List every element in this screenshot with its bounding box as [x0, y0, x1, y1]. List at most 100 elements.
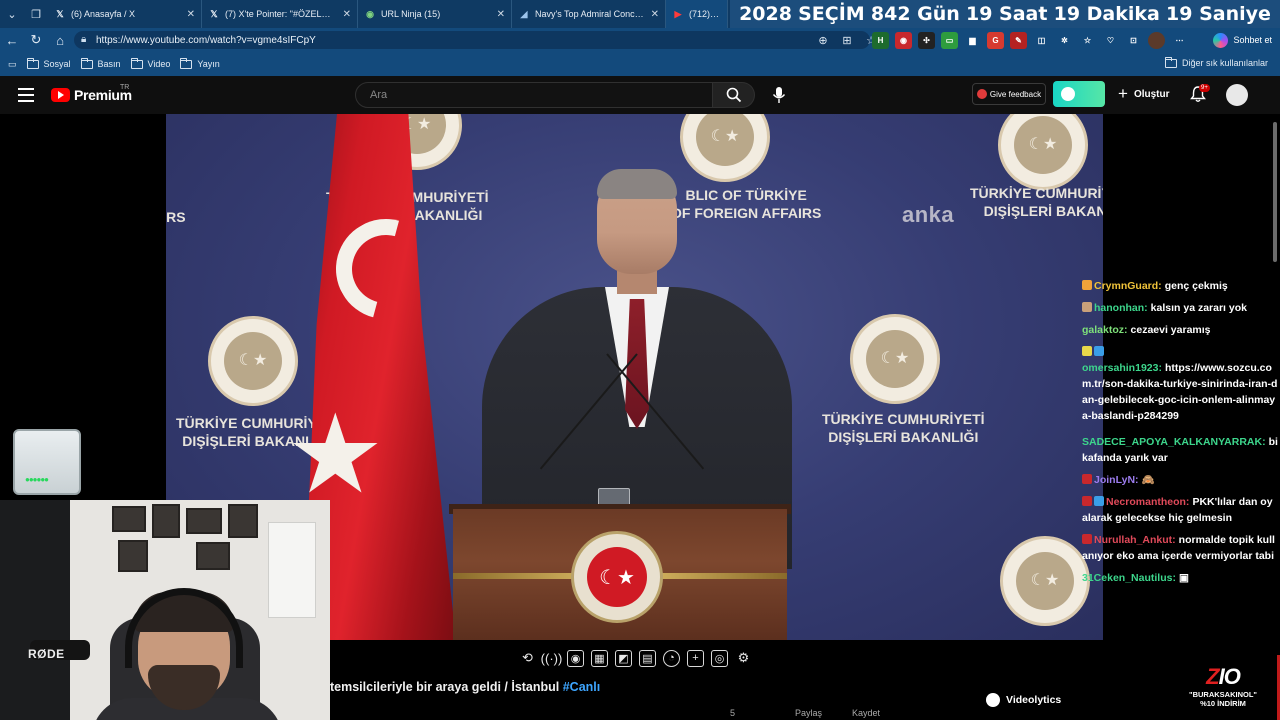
close-tab-icon[interactable]: ✕: [497, 9, 505, 20]
hashtag-link[interactable]: #Canlı: [563, 680, 601, 694]
loop-icon[interactable]: ⟲: [519, 650, 536, 667]
chat-message: SADECE_APOYA_KALKANYARRAK: bi kafanda yar…: [1082, 436, 1278, 464]
chat-badge-icon: [1082, 302, 1092, 312]
ministry-seal: [850, 314, 940, 404]
tab-actions-icon[interactable]: ⌄: [0, 0, 24, 28]
picture-in-picture-icon[interactable]: ◩: [615, 649, 632, 667]
add-clip-icon[interactable]: +: [687, 649, 704, 667]
chat-message: 31Ceken_Nautilus: ▣: [1082, 572, 1189, 584]
search-button[interactable]: [713, 82, 755, 108]
like-button[interactable]: 5: [730, 708, 735, 718]
translate-icon[interactable]: ⊕: [814, 31, 832, 49]
bookmark-folder[interactable]: Yayın: [180, 57, 220, 69]
other-bookmarks-folder[interactable]: Diğer sık kullanılanlar: [1164, 56, 1268, 68]
folder-icon: [1164, 56, 1177, 68]
extensions-puzzle-icon[interactable]: ✲: [1056, 31, 1073, 49]
extension-toggle[interactable]: [1053, 81, 1105, 107]
favorites-icon[interactable]: ☆: [1079, 31, 1096, 49]
countdown-label: SEÇİM: [798, 3, 865, 25]
bookmarks-menu-icon[interactable]: ▭: [8, 59, 17, 70]
browser-essentials-icon[interactable]: ♡: [1102, 31, 1119, 49]
copilot-button[interactable]: Sohbet et: [1213, 31, 1272, 49]
videolytics-button[interactable]: Videolytics: [986, 693, 1061, 707]
account-avatar[interactable]: [1226, 84, 1248, 106]
bookmark-folder[interactable]: Basın: [80, 57, 121, 69]
extension-icon[interactable]: ✎: [1010, 31, 1027, 49]
chat-badge-icon: [1082, 280, 1092, 290]
podium-seal: ☾★: [571, 531, 663, 623]
extension-icon[interactable]: ✣: [918, 31, 935, 49]
folder-icon: [130, 57, 143, 69]
extension-icon[interactable]: G: [987, 31, 1004, 49]
close-tab-icon[interactable]: ✕: [343, 9, 351, 20]
player-extension-toolbar: ⟲ ((·)) ◉ ▦ ◩ ▤ ◔ + ◎ ⚙: [519, 649, 752, 667]
extension-icon[interactable]: ▆: [964, 31, 981, 49]
theater-view-icon[interactable]: ◉: [567, 649, 584, 667]
extension-icon[interactable]: H: [872, 31, 889, 49]
chat-badge-icon: [1082, 496, 1092, 506]
countdown-hours: 19 Saat: [965, 3, 1048, 25]
countdown-days: 842 Gün: [870, 3, 960, 25]
wall-text: ARS: [166, 209, 186, 225]
app-available-icon[interactable]: ⊞: [838, 31, 856, 49]
cinema-icon[interactable]: ▦: [591, 649, 608, 667]
bookmark-folder[interactable]: Sosyal: [26, 57, 71, 69]
notification-badge: 9+: [1199, 84, 1210, 92]
wall-text: TÜRKİYE CUMHURİYETİDIŞİŞLERİ BAKANLIĞI: [822, 411, 985, 445]
flag-star: ★: [286, 390, 385, 518]
share-button[interactable]: Paylaş: [795, 708, 822, 718]
whiteboard: [268, 522, 316, 618]
promo-code: "BURAKSAKINOL": [1189, 690, 1257, 699]
browser-tab[interactable]: ◉ URL Ninja (15) ✕: [358, 0, 512, 28]
home-icon[interactable]: ⌂: [48, 28, 72, 52]
profile-avatar[interactable]: [1148, 31, 1165, 49]
videolytics-icon: [986, 693, 1000, 707]
folder-icon: [180, 57, 193, 69]
wall-photo: [196, 542, 230, 570]
browser-tab-bar: ⌄ ❐ 𝕏 (6) Anasayfa / X ✕ 𝕏 (7) X'te Poin…: [0, 0, 1280, 28]
video-title: temsilcileriyle bir araya geldi / İstanb…: [330, 680, 601, 694]
countdown-year: 2028: [739, 3, 792, 25]
menu-hamburger-icon[interactable]: [18, 88, 34, 102]
screenshot-camera-icon[interactable]: ◎: [711, 649, 728, 667]
settings-gear-icon[interactable]: ⚙: [735, 650, 752, 667]
browser-tab[interactable]: 𝕏 (6) Anasayfa / X ✕: [48, 0, 202, 28]
chat-message: omersahin1923: https://www.sozcu.com.tr/s…: [1082, 344, 1280, 424]
x-logo-icon: 𝕏: [210, 8, 218, 19]
voice-search-button[interactable]: [766, 82, 792, 108]
collections-icon[interactable]: ⊡: [1125, 31, 1142, 49]
browser-tab[interactable]: ◢ Navy's Top Admiral Concerned A ✕: [512, 0, 666, 28]
url-field[interactable]: 🔒︎ https://www.youtube.com/watch?v=vgme4…: [74, 31, 870, 49]
search-input[interactable]: Ara: [355, 82, 713, 108]
speed-gauge-icon[interactable]: ◔: [663, 649, 680, 667]
countdown-minutes: 19 Dakika: [1053, 3, 1160, 25]
countdown-seconds: 19 Saniye: [1166, 3, 1271, 25]
film-strip-icon[interactable]: ▤: [639, 649, 656, 667]
wall-photo: [118, 540, 148, 572]
more-menu-icon[interactable]: ⋯: [1171, 31, 1188, 49]
chat-badge-icon: [1082, 474, 1092, 484]
toggle-knob: [1061, 87, 1075, 101]
extension-icon[interactable]: ▭: [941, 31, 958, 49]
refresh-icon[interactable]: ↻: [24, 28, 48, 52]
close-tab-icon[interactable]: ✕: [187, 9, 195, 20]
back-icon[interactable]: ←: [0, 28, 24, 52]
bookmarks-bar: ▭ Sosyal Basın Video Yayın Diğer sık kul…: [0, 52, 1280, 76]
page-scrollbar[interactable]: [1270, 114, 1280, 264]
workspaces-icon[interactable]: ❐: [24, 0, 48, 28]
give-feedback-button[interactable]: Give feedback: [972, 83, 1046, 105]
close-tab-icon[interactable]: ✕: [651, 9, 659, 20]
audio-mode-icon[interactable]: ((·)): [541, 650, 563, 667]
save-button[interactable]: Kaydet: [852, 708, 880, 718]
extension-icon[interactable]: ◉: [895, 31, 912, 49]
create-button[interactable]: + Oluştur: [1118, 83, 1170, 105]
browser-tab-active[interactable]: ▶ (712) ADAL: [666, 0, 728, 28]
bookmark-folder[interactable]: Video: [130, 57, 170, 69]
video-action-row: 5 Paylaş Kaydet: [730, 708, 880, 718]
copilot-icon: [1213, 32, 1229, 48]
plus-icon: +: [1118, 84, 1128, 103]
browser-tab[interactable]: 𝕏 (7) X'te Pointer: "#ÖZELHABER Dı ✕: [202, 0, 358, 28]
region-code: TR: [120, 84, 130, 91]
folder-icon: [26, 57, 39, 69]
split-screen-icon[interactable]: ◫: [1033, 31, 1050, 49]
